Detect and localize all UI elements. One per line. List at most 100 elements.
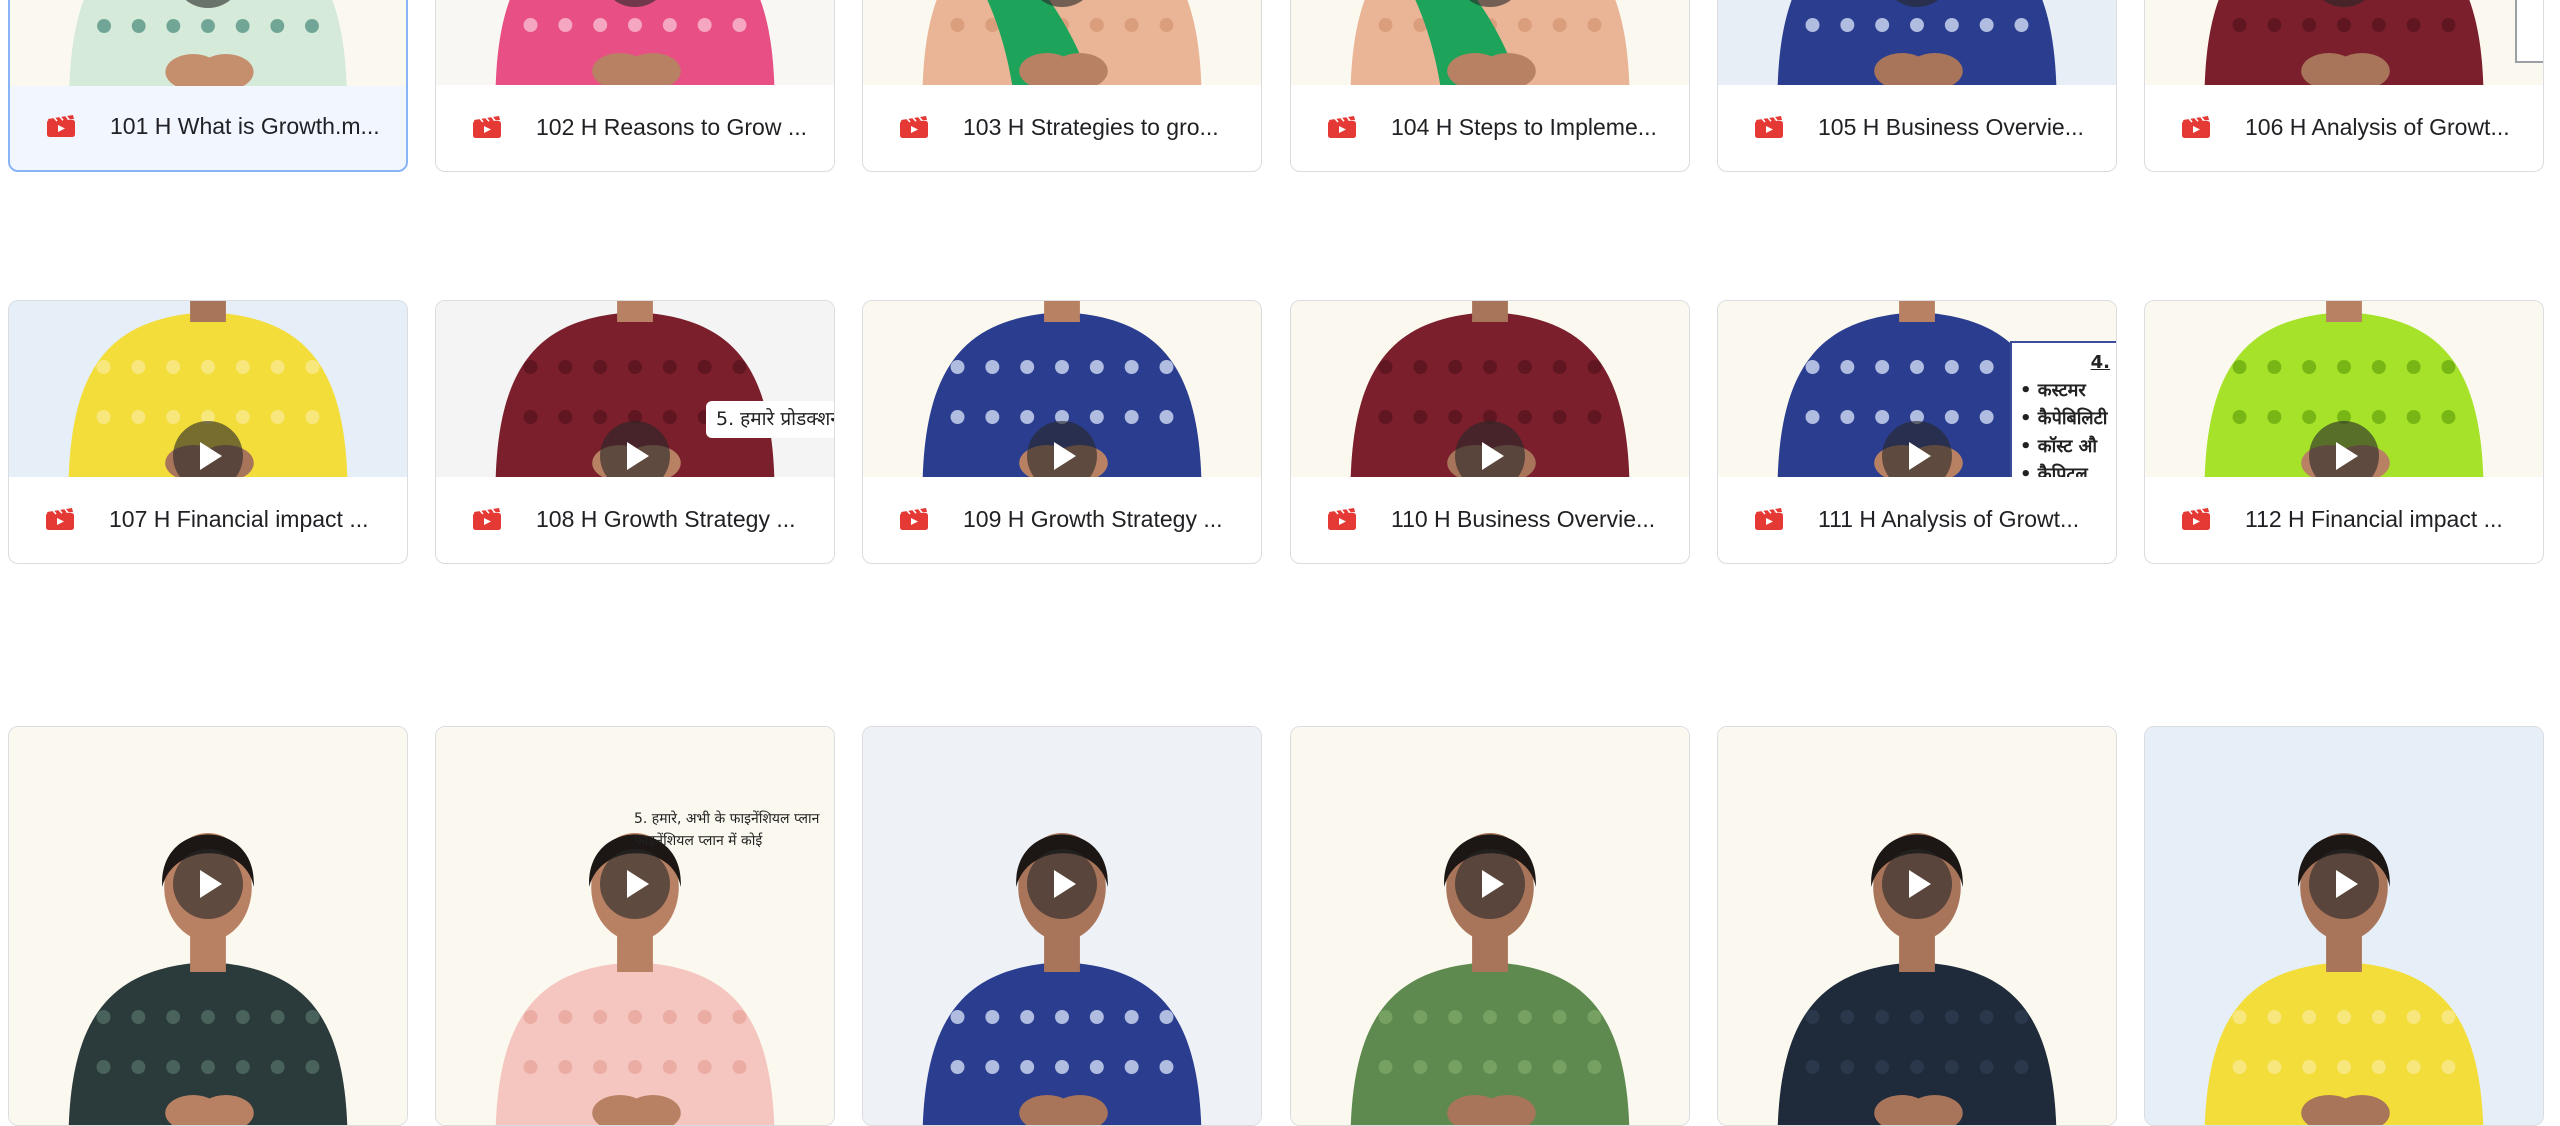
file-card[interactable]: 109 H Growth Strategy ... [862,300,1262,564]
file-grid: 101 H What is Growth.m... 102 H Reasons t… [0,0,2560,1126]
file-name: 106 H Analysis of Growt... [2245,113,2510,140]
file-card[interactable] [2144,726,2544,1126]
video-thumbnail-image [2145,0,2543,85]
video-file-icon [2182,116,2210,138]
file-card[interactable] [1717,726,2117,1126]
video-thumbnail[interactable] [863,0,1261,85]
video-thumbnail[interactable] [436,0,834,85]
file-card[interactable]: इनडाइरेक्ट कॉस्ट प3. ब्रेकईवन वि4. ग्रोथ… [1290,0,1690,172]
video-thumbnail-image [1291,727,1689,1125]
file-name: 107 H Financial impact ... [109,505,369,532]
file-card[interactable]: 110 H Business Overvie... [1290,300,1690,564]
video-file-icon [900,508,928,530]
file-caption[interactable]: 102 H Reasons to Grow ... [436,83,834,171]
video-thumbnail-image [9,727,407,1125]
file-caption[interactable]: 107 H Financial impact ... [9,475,407,563]
video-thumbnail[interactable] [1291,727,1689,1125]
slide-edge [2515,0,2543,63]
slide-overlay-text: 5. हमारे प्रोडक्शन [706,401,834,439]
file-card[interactable]: 106 H Analysis of Growt... [2144,0,2544,172]
play-button[interactable] [600,849,670,919]
video-thumbnail-image [863,727,1261,1125]
file-name: 103 H Strategies to gro... [963,113,1219,140]
play-button[interactable] [1455,849,1525,919]
slide-line: 5. हमारे प्रोडक्शन [716,408,834,430]
video-file-icon [2182,508,2210,530]
play-button[interactable] [173,849,243,919]
file-card[interactable]: 112 H Financial impact ... [2144,300,2544,564]
file-card[interactable]: 107 H Financial impact ... [8,300,408,564]
file-caption[interactable]: 106 H Analysis of Growt... [2145,83,2543,171]
video-file-icon [1328,116,1356,138]
play-button[interactable] [2309,849,2379,919]
file-card[interactable]: 4.• कस्टमर• कैपेबिलिटी• कॉस्ट औ• कैपिटल•… [1717,300,2117,564]
file-card[interactable]: 5. हमारे, अभी के फाइनेंशियल प्लान फाइनेंश… [435,726,835,1126]
file-name: 105 H Business Overvie... [1818,113,2084,140]
file-card[interactable]: 105 H Business Overvie... [1717,0,2117,172]
video-thumbnail[interactable] [1291,301,1689,477]
slide-line: 5. हमारे, अभी के फाइनेंशियल प्लान [634,811,820,827]
video-thumbnail[interactable] [2145,0,2543,85]
video-thumbnail[interactable] [9,301,407,477]
slide-line: • कस्टमर [2020,379,2086,401]
file-card[interactable] [1290,726,1690,1126]
video-thumbnail-image [1718,0,2116,85]
video-thumbnail[interactable]: इनडाइरेक्ट कॉस्ट प3. ब्रेकईवन वि4. ग्रोथ… [1291,0,1689,85]
file-card[interactable]: 102 H Reasons to Grow ... [435,0,835,172]
file-caption[interactable]: 103 H Strategies to gro... [863,83,1261,171]
file-card[interactable]: 103 H Strategies to gro... [862,0,1262,172]
video-file-icon [900,116,928,138]
video-thumbnail-image [1291,0,1689,85]
file-name: 101 H What is Growth.m... [110,112,380,139]
video-thumbnail-image [436,727,834,1125]
file-caption[interactable]: 111 H Analysis of Growt... [1718,475,2116,563]
file-name: 111 H Analysis of Growt... [1818,505,2080,532]
file-name: 104 H Steps to Impleme... [1391,113,1657,140]
video-file-icon [473,116,501,138]
video-thumbnail[interactable] [1718,0,2116,85]
video-thumbnail[interactable]: 5. हमारे प्रोडक्शन [436,301,834,477]
video-thumbnail-image [10,0,406,86]
file-name: 109 H Growth Strategy ... [963,505,1223,532]
file-card[interactable] [862,726,1262,1126]
slide-line: • कॉस्ट औ [2020,435,2098,457]
file-caption[interactable]: 108 H Growth Strategy ... [436,475,834,563]
video-thumbnail[interactable] [863,727,1261,1125]
video-file-icon [1328,508,1356,530]
video-thumbnail[interactable]: 4.• कस्टमर• कैपेबिलिटी• कॉस्ट औ• कैपिटल•… [1718,301,2116,477]
file-name: 110 H Business Overvie... [1391,505,1656,532]
slide-line: • कैपेबिलिटी [2020,407,2108,429]
video-file-icon [47,115,75,137]
video-file-icon [46,508,74,530]
video-file-icon [1755,116,1783,138]
file-caption[interactable]: 104 H Steps to Impleme... [1291,83,1689,171]
file-caption[interactable]: 110 H Business Overvie... [1291,475,1689,563]
slide-line: 5. ग्रोथ प्लान [1571,0,1689,2]
video-thumbnail-image [2145,727,2543,1125]
play-button[interactable] [1027,849,1097,919]
file-card[interactable] [8,726,408,1126]
video-thumbnail[interactable] [2145,727,2543,1125]
video-thumbnail[interactable] [9,727,407,1125]
video-thumbnail-image [1718,727,2116,1125]
video-thumbnail[interactable] [2145,301,2543,477]
slide-heading: 4. [2090,352,2110,373]
video-file-icon [1755,508,1783,530]
play-button[interactable] [1882,849,1952,919]
slide-overlay-text: इनडाइरेक्ट कॉस्ट प3. ब्रेकईवन वि4. ग्रोथ… [1571,0,1689,2]
file-name: 102 H Reasons to Grow ... [536,113,808,140]
video-thumbnail[interactable] [1718,727,2116,1125]
video-thumbnail-image [436,0,834,85]
file-name: 112 H Financial impact ... [2245,505,2503,532]
video-thumbnail[interactable]: 5. हमारे, अभी के फाइनेंशियल प्लान फाइनेंश… [436,727,834,1125]
file-card[interactable]: 101 H What is Growth.m... [8,0,408,172]
slide-overlay-text: 5. हमारे, अभी के फाइनेंशियल प्लान फाइनेंश… [634,809,834,852]
file-card[interactable]: 5. हमारे प्रोडक्शन 108 H Growth Strategy … [435,300,835,564]
file-caption[interactable]: 101 H What is Growth.m... [10,82,406,170]
file-caption[interactable]: 112 H Financial impact ... [2145,475,2543,563]
video-thumbnail-image [863,0,1261,85]
file-caption[interactable]: 105 H Business Overvie... [1718,83,2116,171]
file-caption[interactable]: 109 H Growth Strategy ... [863,475,1261,563]
video-thumbnail[interactable] [863,301,1261,477]
video-thumbnail[interactable] [10,0,406,86]
